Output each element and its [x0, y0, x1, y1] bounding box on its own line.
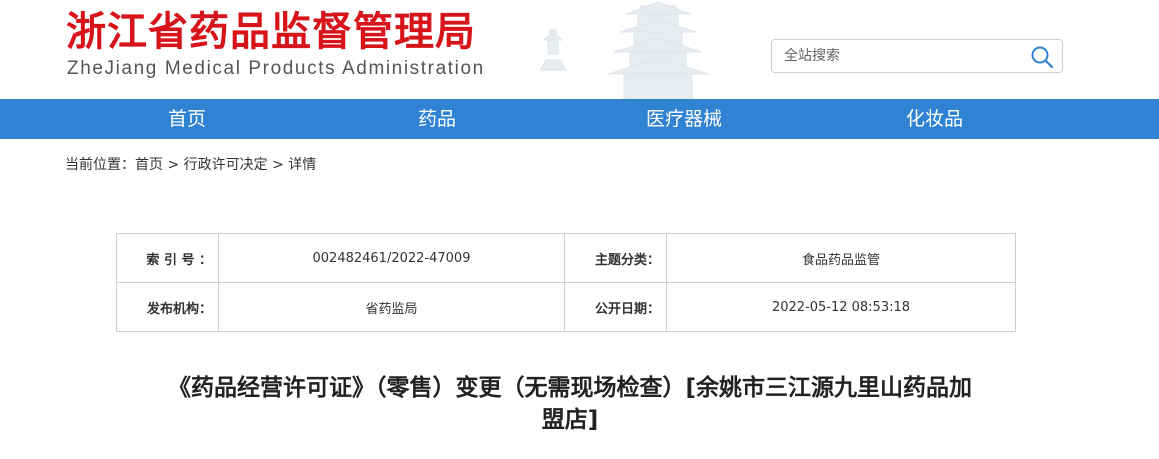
- publish-date-label: 公开日期：: [564, 282, 667, 332]
- publisher-label: 发布机构：: [116, 282, 219, 332]
- document-title-line-2: 盟店]: [541, 407, 599, 433]
- table-row: 索 引 号 ： 002482461/2022-47009 主题分类： 食品药品监…: [116, 233, 1016, 283]
- search-box: [771, 39, 1063, 73]
- nav-item-medical-devices[interactable]: 医疗器械: [646, 99, 722, 139]
- breadcrumb-separator: >: [167, 157, 180, 173]
- document-meta-table: 索 引 号 ： 002482461/2022-47009 主题分类： 食品药品监…: [116, 233, 1016, 332]
- search-icon[interactable]: [1030, 45, 1054, 69]
- index-number-label: 索 引 号 ：: [116, 233, 219, 283]
- nav-item-drugs[interactable]: 药品: [418, 99, 456, 139]
- document-title: 《药品经营许可证》（零售）变更（无需现场检查）[余姚市三江源九里山药品加 盟店]: [70, 372, 1070, 436]
- subject-category-value: 食品药品监管: [666, 233, 1016, 283]
- site-subtitle: ZheJiang Medical Products Administration: [67, 58, 485, 79]
- breadcrumb-separator: >: [272, 157, 284, 173]
- nav-item-cosmetics[interactable]: 化妆品: [906, 99, 963, 139]
- subject-category-label: 主题分类：: [564, 233, 667, 283]
- site-header: 浙江省药品监督管理局 ZheJiang Medical Products Adm…: [0, 0, 1159, 99]
- breadcrumb-prefix: 当前位置：: [65, 157, 135, 173]
- breadcrumb-current: 详情: [288, 157, 317, 173]
- nav-item-home[interactable]: 首页: [168, 99, 206, 139]
- search-input[interactable]: [772, 40, 1034, 72]
- breadcrumb-home[interactable]: 首页: [135, 157, 163, 173]
- document-title-line-1: 《药品经营许可证》（零售）变更（无需现场检查）[余姚市三江源九里山药品加: [167, 375, 972, 401]
- breadcrumb: 当前位置：首页 > 行政许可决定 > 详情: [65, 155, 316, 175]
- table-row: 发布机构： 省药监局 公开日期： 2022-05-12 08:53:18: [116, 282, 1016, 332]
- pagoda-illustration: [540, 1, 709, 99]
- main-nav: 首页 药品 医疗器械 化妆品: [0, 99, 1159, 139]
- index-number-value: 002482461/2022-47009: [218, 233, 565, 283]
- publisher-value: 省药监局: [218, 282, 565, 332]
- site-title[interactable]: 浙江省药品监督管理局: [66, 8, 476, 56]
- breadcrumb-admin-license[interactable]: 行政许可决定: [184, 157, 268, 173]
- publish-date-value: 2022-05-12 08:53:18: [666, 282, 1016, 332]
